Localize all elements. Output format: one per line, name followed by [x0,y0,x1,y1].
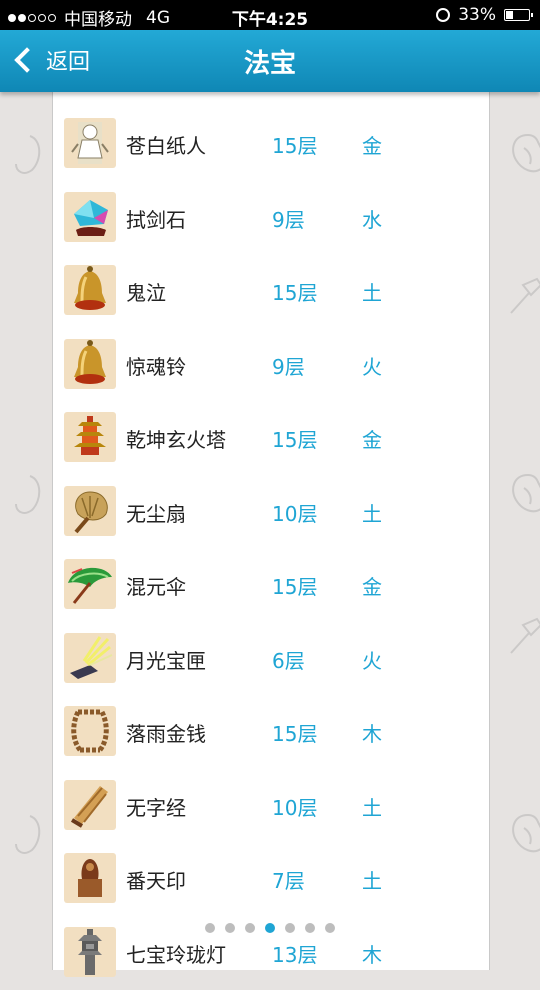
item-element: 金 [362,571,382,600]
left-edge-ornament-icon-3 [2,810,42,860]
stone-lantern-icon [64,927,116,977]
list-item[interactable]: 惊魂铃 9层 火 [53,329,489,403]
item-level: 15层 [272,718,317,747]
item-name: 惊魂铃 [126,351,186,380]
list-item[interactable]: 无尘扇 10层 土 [53,476,489,550]
treasure-list-panel[interactable]: 苍白纸人15层金拭剑石9层水鬼泣15层土惊魂铃9层火乾坤玄火塔15层金无尘扇10… [52,70,490,970]
treasure-list[interactable]: 苍白纸人15层金拭剑石9层水鬼泣15层土惊魂铃9层火乾坤玄火塔15层金无尘扇10… [53,108,489,990]
left-edge-ornament-icon-2 [2,470,42,520]
page-dot[interactable] [285,923,295,933]
page-dot[interactable] [205,923,215,933]
item-element: 金 [362,130,382,159]
pagoda-icon [64,412,116,462]
page-dot[interactable] [305,923,315,933]
bean-outline-icon [508,130,540,180]
battery-percent: 33% [458,5,496,25]
list-item[interactable]: 乾坤玄火塔 15层 金 [53,402,489,476]
paper-doll-icon [64,118,116,168]
item-element: 土 [362,277,382,306]
page-dot[interactable] [265,923,275,933]
left-edge-ornament-icon [2,130,42,180]
item-name: 混元伞 [126,571,186,600]
item-element: 水 [362,204,382,233]
battery-icon [504,9,530,21]
bean-outline-icon-2 [508,470,540,520]
status-bar: 中国移动 4G 下午4:25 33% [0,0,540,30]
bell-icon [64,339,116,389]
item-element: 土 [362,865,382,894]
hammer-outline-icon [505,275,540,319]
item-element: 火 [362,645,382,674]
rotation-lock-icon [436,8,450,22]
item-level: 7层 [272,865,305,894]
item-level: 9层 [272,204,305,233]
bell-icon [64,265,116,315]
page-indicator[interactable] [0,923,540,933]
item-name: 七宝玲珑灯 [126,939,226,968]
light-box-icon [64,633,116,683]
item-level: 9层 [272,351,305,380]
list-item[interactable]: 拭剑石 9层 水 [53,182,489,256]
item-name: 乾坤玄火塔 [126,424,226,453]
umbrella-icon [64,559,116,609]
item-element: 木 [362,718,382,747]
gem-stone-icon [64,192,116,242]
item-level: 6层 [272,645,305,674]
item-level: 10层 [272,792,317,821]
scroll-icon [64,780,116,830]
item-name: 苍白纸人 [126,130,206,159]
list-item[interactable]: 落雨金钱 15层 木 [53,696,489,770]
item-element: 火 [362,351,382,380]
item-name: 无尘扇 [126,498,186,527]
item-level: 10层 [272,498,317,527]
item-element: 金 [362,424,382,453]
item-level: 13层 [272,939,317,968]
item-name: 番天印 [126,865,186,894]
page-dot[interactable] [245,923,255,933]
seal-icon [64,853,116,903]
item-element: 土 [362,792,382,821]
list-item[interactable]: 苍白纸人 15层 金 [53,108,489,182]
coin-string-icon [64,706,116,756]
item-name: 鬼泣 [126,277,166,306]
item-level: 15层 [272,130,317,159]
item-name: 月光宝匣 [126,645,206,674]
hammer-outline-icon-2 [505,615,540,659]
list-item[interactable]: 无字经 10层 土 [53,770,489,844]
page-dot[interactable] [325,923,335,933]
fan-icon [64,486,116,536]
status-right: 33% [436,5,530,25]
page-dot[interactable] [225,923,235,933]
navigation-bar: 返回 法宝 [0,30,540,92]
item-element: 木 [362,939,382,968]
list-item[interactable]: 鬼泣 15层 土 [53,255,489,329]
page-title: 法宝 [0,43,540,80]
item-name: 拭剑石 [126,204,186,233]
item-name: 落雨金钱 [126,718,206,747]
list-item[interactable]: 月光宝匣 6层 火 [53,623,489,697]
list-item[interactable]: 混元伞 15层 金 [53,549,489,623]
item-level: 15层 [272,277,317,306]
bean-outline-icon-3 [508,810,540,860]
item-name: 无字经 [126,792,186,821]
item-level: 15层 [272,424,317,453]
item-level: 15层 [272,571,317,600]
list-item[interactable]: 番天印 7层 土 [53,843,489,917]
item-element: 土 [362,498,382,527]
